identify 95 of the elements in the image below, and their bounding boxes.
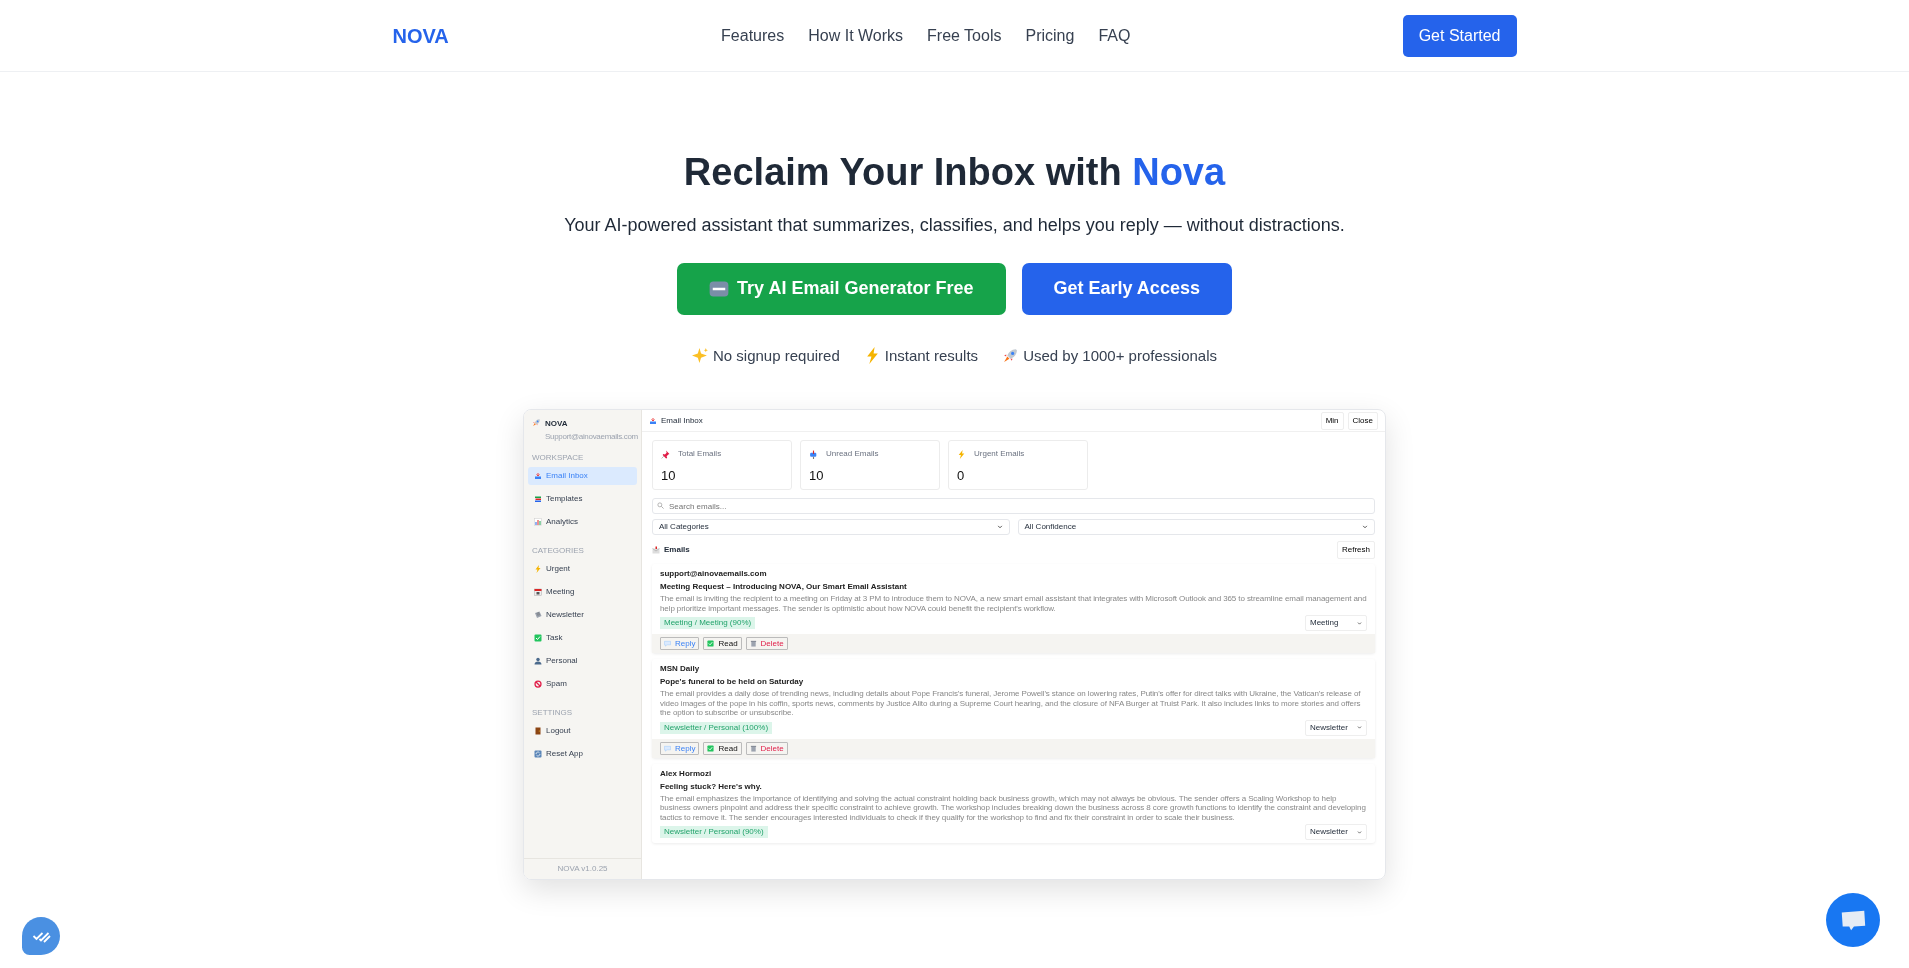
checkbox-icon	[707, 744, 715, 752]
sidebar-item[interactable]: Personal	[528, 652, 637, 671]
brand-email: Support@ainovaemails.com	[545, 431, 638, 444]
category-dropdown[interactable]: Newsletter	[1305, 719, 1367, 736]
nav-link[interactable]: Pricing	[1025, 23, 1075, 48]
email-summary: The email emphasizes the importance of identifying and solving the actual constraint holding back business growth, which may not always be obvious. The sender offers a Scaling Workshop to help business owners pinpoint and address their specific constraint to achieve growth. The workshop includes breaking down the business across 8 core growth functions to identify the constraint and developing tactics to remove it. The sender encourages interested individuals to check if they qualify for the workshop to find and fix their constraint in order to scale their business.	[660, 793, 1367, 823]
email-summary: The email provides a daily dose of trending news, including details about Pope Francis's funeral, Jerome Powell's stance on lowering rates, Putin's offer for direct talks with Ukraine, the Vatican's release of video images of the pope in his coffin, sports news, comments by Justice Alito during a Supreme Court hearing, and the closure of NFA Burger at Truist Park. It also includes links to more stories and offers the option to subscribe or unsubscribe.	[660, 689, 1362, 718]
window-button[interactable]: Min	[1320, 411, 1344, 430]
sidebar-item[interactable]: Task	[528, 629, 637, 648]
chevron-down-icon	[1362, 524, 1368, 531]
sidebar-item[interactable]: Urgent	[528, 560, 637, 579]
nav-link[interactable]: Free Tools	[927, 23, 1002, 48]
get-started-button[interactable]: Get Started	[1402, 14, 1517, 57]
chevron-down-icon	[1357, 620, 1362, 626]
feature-text: No signup required	[713, 345, 840, 366]
feature-text: Instant results	[884, 345, 979, 366]
hero-title: Reclaim Your Inbox with Nova	[683, 150, 1226, 195]
logo[interactable]: NOVA	[392, 20, 449, 51]
email-summary: The email is inviting the recipient to a meeting on Friday at 3 PM to introduce them to NOVA, a new smart email assistant that integrates with Microsoft Outlook and 365 to streamline email management and help prioritize important messages. The sender is optimistic about how NOVA could benefit the recipient's workflow.	[660, 594, 1367, 614]
email-subject: Feeling stuck? Here's why.	[660, 780, 763, 793]
lightning-icon	[534, 565, 542, 574]
rocket-icon	[1002, 347, 1020, 365]
rocket-icon	[532, 418, 541, 428]
lightning-icon	[957, 449, 966, 459]
nav-link[interactable]: How It Works	[808, 23, 904, 48]
door-icon	[534, 727, 542, 736]
filter-dropdown[interactable]: All Confidence	[1017, 519, 1375, 536]
mailbox-icon	[809, 449, 818, 459]
chevron-down-icon	[996, 524, 1003, 531]
stat-value: 10	[661, 467, 677, 486]
search-icon	[657, 502, 664, 510]
section-heading: WORKSPACE	[532, 452, 585, 465]
inbox-icon	[649, 416, 657, 425]
newspaper-icon	[534, 611, 542, 620]
app-title: Email Inbox	[661, 414, 703, 427]
sidebar-item[interactable]: Newsletter	[528, 606, 637, 625]
checkbox-icon	[534, 634, 542, 643]
action-button[interactable]: Delete	[745, 741, 788, 755]
speech-bubble-icon	[664, 640, 671, 648]
stat-value: 10	[809, 467, 825, 486]
sidebar-item[interactable]: Spam	[528, 675, 637, 694]
version-label: NOVA v1.0.25	[524, 858, 641, 880]
sidebar-item[interactable]: Reset App	[528, 745, 637, 764]
category-tag: Newsletter / Personal (100%)	[660, 721, 773, 734]
nav-link[interactable]: Features	[721, 23, 785, 48]
email-subject: Pope's funeral to be held on Saturday	[660, 676, 805, 689]
sidebar-item[interactable]: Meeting	[528, 583, 637, 602]
cta-button[interactable]: Get Early Access	[1021, 262, 1232, 315]
chevron-down-icon	[1357, 725, 1362, 731]
action-button[interactable]: Read	[703, 741, 742, 755]
refresh-button[interactable]: Refresh	[1337, 541, 1375, 560]
stat-label: Unread Emails	[826, 448, 879, 461]
action-button[interactable]: Read	[703, 637, 742, 651]
sparkle-icon	[692, 347, 709, 365]
prohibited-icon	[534, 680, 542, 689]
envelope-icon	[652, 546, 660, 555]
stat-value: 0	[957, 467, 966, 486]
chevron-down-icon	[1357, 829, 1362, 835]
nav-link[interactable]: FAQ	[1098, 23, 1131, 48]
brand-name: NOVA	[545, 418, 569, 431]
category-dropdown[interactable]: Meeting	[1305, 615, 1367, 632]
person-icon	[534, 657, 542, 666]
email-sender: support@ainovaemails.com	[660, 568, 768, 581]
sidebar-item[interactable]: Templates	[528, 490, 637, 509]
email-sender: Alex Hormozi	[660, 767, 713, 780]
category-dropdown[interactable]: Newsletter	[1305, 824, 1367, 841]
stat-label: Urgent Emails	[974, 448, 1025, 461]
search-field[interactable]: Search emails...	[652, 498, 1375, 515]
email-sender: MSN Daily	[660, 663, 701, 676]
hero-subtitle: Your AI-powered assistant that summarizes, classifies, and helps you reply — without distractions.	[564, 213, 1345, 237]
email-subject: Meeting Request – Introducing NOVA, Our Smart Email Assistant	[660, 581, 908, 594]
checkbox-icon	[707, 640, 715, 648]
sidebar-item[interactable]: Logout	[528, 722, 637, 741]
inbox-icon	[534, 472, 542, 481]
chat-button[interactable]	[1826, 893, 1880, 947]
section-heading: SETTINGS	[532, 707, 573, 720]
filter-dropdown[interactable]: All Categories	[652, 519, 1010, 536]
category-tag: Newsletter / Personal (90%)	[660, 826, 768, 839]
feature-text: Used by 1000+ professionals	[1023, 345, 1217, 366]
floating-badge[interactable]	[22, 917, 60, 955]
calendar-icon	[534, 588, 542, 597]
list-title: Emails	[664, 544, 690, 557]
section-heading: CATEGORIES	[532, 545, 585, 558]
trash-icon	[749, 744, 757, 752]
trash-icon	[749, 640, 757, 648]
bar-chart-icon	[534, 518, 542, 527]
refresh-icon	[534, 750, 542, 759]
sidebar-item[interactable]: Analytics	[528, 513, 637, 532]
window-button[interactable]: Close	[1347, 411, 1378, 430]
action-button[interactable]: Delete	[745, 637, 788, 651]
stat-label: Total Emails	[678, 448, 722, 461]
speech-bubble-icon	[664, 744, 671, 752]
category-tag: Meeting / Meeting (90%)	[660, 617, 756, 630]
books-icon	[534, 495, 542, 504]
pushpin-icon	[661, 449, 670, 459]
